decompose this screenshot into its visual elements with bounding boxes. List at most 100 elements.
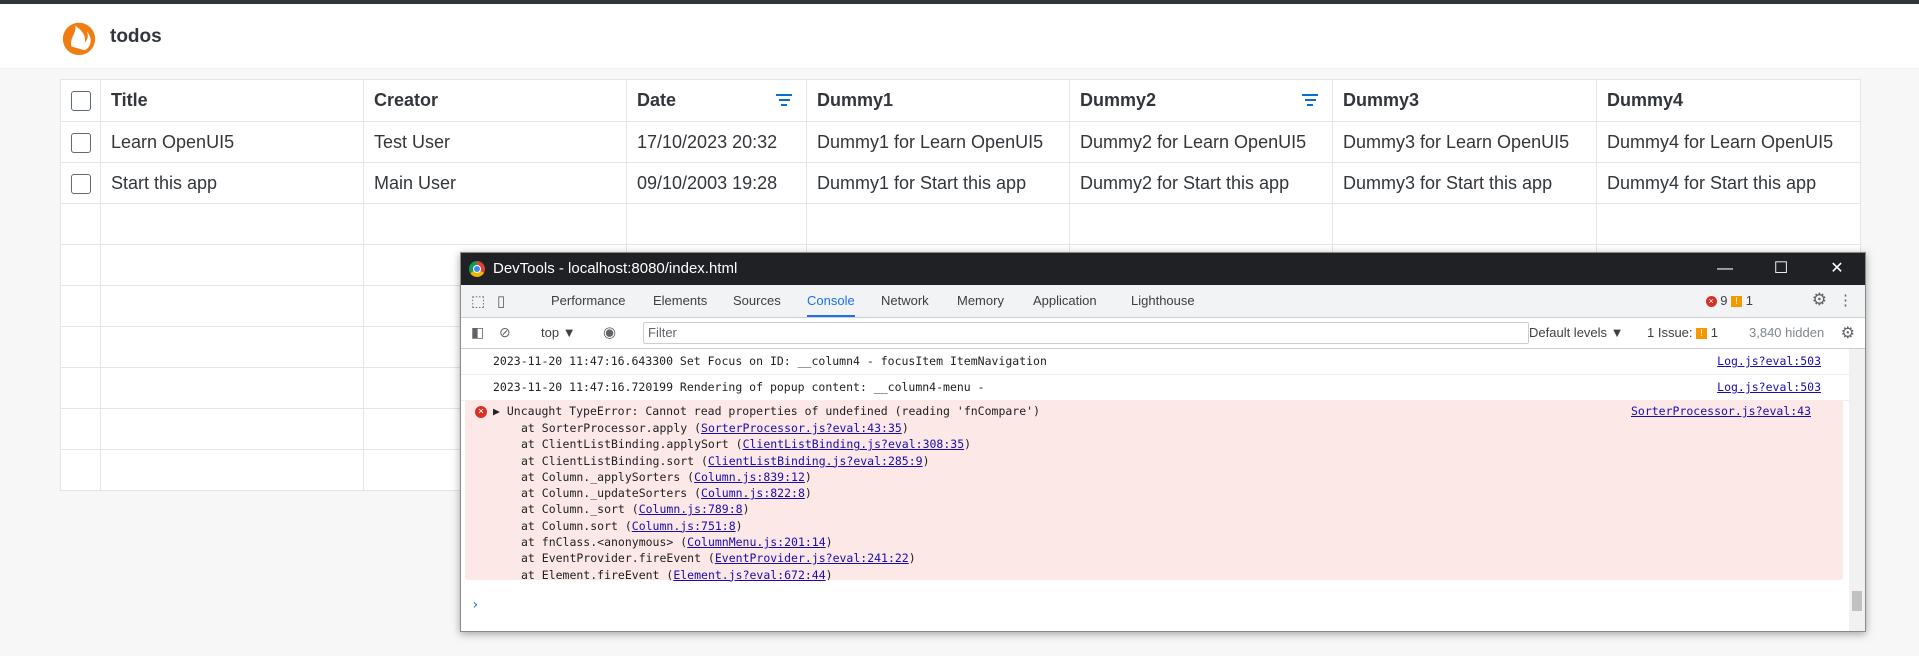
sort-filter-icon (1302, 94, 1318, 108)
stack-frame: at ClientListBinding.sort (ClientListBin… (521, 453, 930, 468)
table-header-row: Title Creator Date Dummy1 Dummy2 Dummy3 … (60, 79, 1861, 122)
table-row[interactable]: Start this app Main User 09/10/2003 19:2… (60, 162, 1861, 204)
tab-performance[interactable]: Performance (551, 285, 625, 317)
row-select-cell[interactable] (60, 162, 101, 204)
console-filter-input[interactable]: Filter (643, 322, 1529, 344)
console-error-message: × ▶ Uncaught TypeError: Cannot read prop… (465, 400, 1843, 583)
table-row[interactable]: Learn OpenUI5 Test User 17/10/2023 20:32… (60, 121, 1861, 163)
tab-sources[interactable]: Sources (733, 285, 781, 317)
tab-network[interactable]: Network (881, 285, 929, 317)
message-source-link[interactable]: Log.js?eval:503 (1717, 375, 1821, 400)
stack-frame-link[interactable]: ClientListBinding.js?eval:285:9 (708, 454, 923, 468)
table-cell: Dummy1 for Learn OpenUI5 (806, 121, 1070, 163)
column-header-dummy2[interactable]: Dummy2 (1069, 79, 1333, 122)
column-header-label: Dummy3 (1343, 90, 1420, 110)
log-levels-dropdown[interactable]: Default levels ▼ (1529, 325, 1624, 340)
select-all-checkbox-cell[interactable] (60, 79, 101, 122)
row-select-checkbox[interactable] (70, 173, 91, 194)
devtools-tab-bar: ⬚ ▯ Performance Elements Sources Console… (461, 285, 1865, 318)
eye-icon[interactable]: ◉ (603, 323, 616, 341)
column-header-title[interactable]: Title (100, 79, 364, 122)
table-cell: Start this app (100, 162, 364, 204)
column-header-date[interactable]: Date (626, 79, 807, 122)
context-label: top (541, 325, 560, 340)
stack-frame: at EventProvider.fireEvent (EventProvide… (521, 551, 916, 566)
issues-label: 1 Issue: (1647, 325, 1693, 340)
devtools-window-title: DevTools - localhost:8080/index.html (493, 260, 738, 277)
issue-icon: ! (1696, 328, 1708, 340)
inspect-element-icon[interactable]: ⬚ (471, 292, 485, 310)
sidebar-toggle-icon[interactable]: ◧ (471, 324, 484, 341)
chevron-down-icon: ▼ (562, 325, 576, 340)
devtools-window: DevTools - localhost:8080/index.html — ☐… (460, 252, 1866, 632)
stack-trace: at SorterProcessor.apply (SorterProcesso… (521, 420, 971, 583)
issues-count: 1 (1710, 325, 1719, 340)
table-cell: Dummy2 for Start this app (1069, 162, 1333, 204)
column-header-label: Dummy1 (817, 90, 894, 110)
maximize-button[interactable]: ☐ (1753, 253, 1809, 285)
tab-memory[interactable]: Memory (957, 285, 1004, 317)
error-counter[interactable]: × 9 ! 1 (1705, 293, 1753, 308)
stack-frame: at ClientListBinding.applySort (ClientLi… (521, 437, 972, 452)
console-message: 2023-11-20 11:47:16.720199 Rendering of … (461, 375, 1849, 401)
stack-frame-link[interactable]: Column.js:822:8 (701, 486, 805, 500)
table-cell: Dummy4 for Learn OpenUI5 (1596, 121, 1861, 163)
clear-console-icon[interactable]: ⊘ (499, 324, 511, 341)
column-header-label: Dummy4 (1607, 90, 1684, 110)
table-cell: Dummy3 for Learn OpenUI5 (1332, 121, 1597, 163)
tab-lighthouse[interactable]: Lighthouse (1131, 285, 1195, 317)
table-cell: Learn OpenUI5 (100, 121, 364, 163)
more-options-icon[interactable]: ⋮ (1838, 291, 1853, 309)
column-header-dummy3[interactable]: Dummy3 (1332, 79, 1597, 122)
stack-frame: at Column.sort (Column.js:751:8) (521, 518, 743, 533)
stack-frame-link[interactable]: Element.js?eval:672:44 (673, 568, 825, 582)
sort-filter-icon (776, 94, 792, 108)
column-header-label: Title (111, 90, 148, 110)
error-source-link[interactable]: SorterProcessor.js?eval:43 (1631, 404, 1811, 418)
table-cell: Test User (363, 121, 627, 163)
tab-application[interactable]: Application (1033, 285, 1097, 317)
message-source-link[interactable]: Log.js?eval:503 (1717, 349, 1821, 374)
app-header: todos (0, 4, 1919, 69)
close-button[interactable]: ✕ (1809, 253, 1865, 285)
tab-elements[interactable]: Elements (653, 285, 707, 317)
stack-frame-link[interactable]: Column.js:751:8 (632, 519, 736, 533)
table-cell: Main User (363, 162, 627, 204)
device-toolbar-icon[interactable]: ▯ (497, 292, 505, 310)
stack-frame-link[interactable]: Column.js:789:8 (639, 502, 743, 516)
context-selector[interactable]: top ▼ (541, 325, 576, 340)
stack-frame-link[interactable]: Column.js:839:12 (694, 470, 805, 484)
column-header-dummy1[interactable]: Dummy1 (806, 79, 1070, 122)
settings-gear-icon[interactable]: ⚙ (1812, 290, 1827, 310)
table-cell: 09/10/2003 19:28 (626, 162, 807, 204)
expand-triangle-icon[interactable]: ▶ (493, 404, 500, 418)
stack-frame: at Column._sort (Column.js:789:8) (521, 502, 750, 517)
column-header-creator[interactable]: Creator (363, 79, 627, 122)
console-prompt[interactable]: › (471, 597, 479, 613)
table-cell: Dummy4 for Start this app (1596, 162, 1861, 204)
error-count: 9 (1720, 293, 1728, 308)
tab-console[interactable]: Console (807, 285, 855, 317)
minimize-button[interactable]: — (1697, 253, 1753, 285)
console-settings-gear-icon[interactable]: ⚙ (1841, 323, 1855, 343)
table-cell: Dummy2 for Learn OpenUI5 (1069, 121, 1333, 163)
stack-frame-link[interactable]: EventProvider.js?eval:241:22 (715, 551, 909, 565)
chevron-down-icon: ▼ (1610, 325, 1624, 340)
row-select-cell[interactable] (60, 121, 101, 163)
scrollbar-thumb[interactable] (1852, 591, 1862, 611)
column-header-dummy4[interactable]: Dummy4 (1596, 79, 1861, 122)
select-all-checkbox[interactable] (70, 91, 91, 112)
devtools-titlebar: DevTools - localhost:8080/index.html — ☐… (461, 253, 1865, 285)
empty-row (60, 203, 1861, 245)
row-select-checkbox[interactable] (70, 132, 91, 153)
stack-frame-link[interactable]: SorterProcessor.js?eval:43:35 (701, 421, 902, 435)
error-text: Uncaught TypeError: Cannot read properti… (506, 404, 1040, 418)
stack-frame: at Column._updateSorters (Column.js:822:… (521, 486, 812, 501)
stack-frame-link[interactable]: ClientListBinding.js?eval:308:35 (743, 437, 965, 451)
issues-counter[interactable]: 1 Issue: ! 1 (1647, 325, 1718, 340)
error-header[interactable]: ▶ Uncaught TypeError: Cannot read proper… (493, 404, 1040, 418)
console-toolbar: ◧ ⊘ top ▼ ◉ Filter Default levels ▼ 1 Is… (461, 318, 1865, 349)
column-header-label: Date (637, 90, 677, 110)
stack-frame-link[interactable]: ColumnMenu.js:201:14 (687, 535, 825, 549)
console-scrollbar[interactable] (1849, 349, 1865, 631)
